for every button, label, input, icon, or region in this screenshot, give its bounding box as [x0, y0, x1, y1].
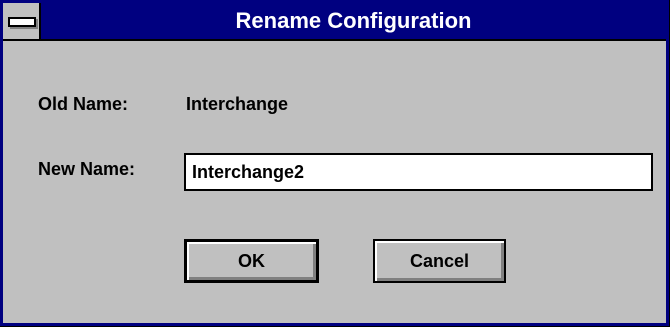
- title-bar-divider: [3, 39, 666, 41]
- system-menu-button[interactable]: [3, 3, 41, 39]
- cancel-button[interactable]: Cancel: [373, 239, 506, 283]
- rename-configuration-dialog: Rename Configuration Old Name: Interchan…: [0, 0, 670, 327]
- title-bar[interactable]: Rename Configuration: [3, 3, 666, 39]
- system-menu-icon: [8, 17, 36, 27]
- dialog-title: Rename Configuration: [235, 8, 472, 33]
- new-name-input[interactable]: [184, 153, 653, 191]
- ok-button[interactable]: OK: [184, 239, 319, 283]
- new-name-label: New Name:: [38, 159, 136, 179]
- old-name-value: Interchange: [186, 94, 289, 114]
- old-name-label: Old Name:: [38, 94, 129, 114]
